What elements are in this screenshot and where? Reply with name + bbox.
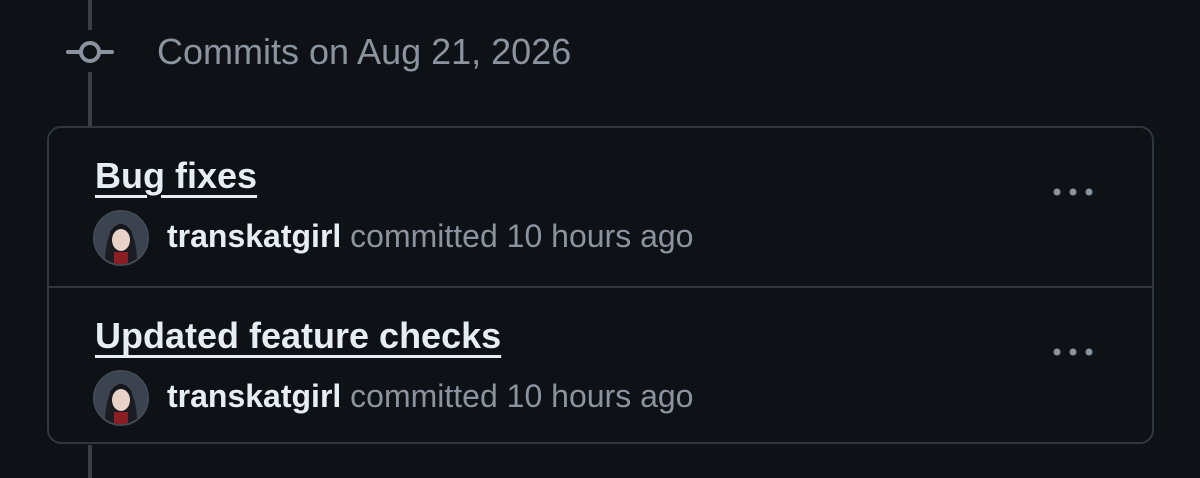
commit-row: Updated feature checks transkatgirl comm… <box>49 288 1152 442</box>
git-commit-icon <box>66 41 114 63</box>
avatar[interactable] <box>93 210 149 266</box>
commit-time: 10 hours ago <box>506 218 694 254</box>
timeline-line <box>88 445 92 478</box>
more-options-button[interactable] <box>1041 172 1105 212</box>
commit-action-text: committed <box>350 218 498 254</box>
commit-row: Bug fixes transkatgirl committed 10 hour… <box>49 128 1152 286</box>
commit-list: Bug fixes transkatgirl committed 10 hour… <box>47 126 1154 444</box>
timeline-line <box>88 0 92 30</box>
commit-meta: transkatgirl committed 10 hours ago <box>167 216 693 256</box>
commit-title-link[interactable]: Bug fixes <box>95 154 257 198</box>
commit-author-link[interactable]: transkatgirl <box>167 218 341 254</box>
commit-history-page: Commits on Aug 21, 2026 Bug fixes transk… <box>0 0 1200 478</box>
commit-group-heading: Commits on Aug 21, 2026 <box>157 31 572 72</box>
timeline-line <box>88 72 92 128</box>
kebab-horizontal-icon <box>1053 188 1093 196</box>
commit-author-link[interactable]: transkatgirl <box>167 378 341 414</box>
kebab-horizontal-icon <box>1053 348 1093 356</box>
avatar[interactable] <box>93 370 149 426</box>
commit-meta: transkatgirl committed 10 hours ago <box>167 376 693 416</box>
user-avatar-icon <box>95 372 147 424</box>
commit-time: 10 hours ago <box>506 378 694 414</box>
commit-title-link[interactable]: Updated feature checks <box>95 314 501 358</box>
user-avatar-icon <box>95 212 147 264</box>
commit-action-text: committed <box>350 378 498 414</box>
more-options-button[interactable] <box>1041 332 1105 372</box>
